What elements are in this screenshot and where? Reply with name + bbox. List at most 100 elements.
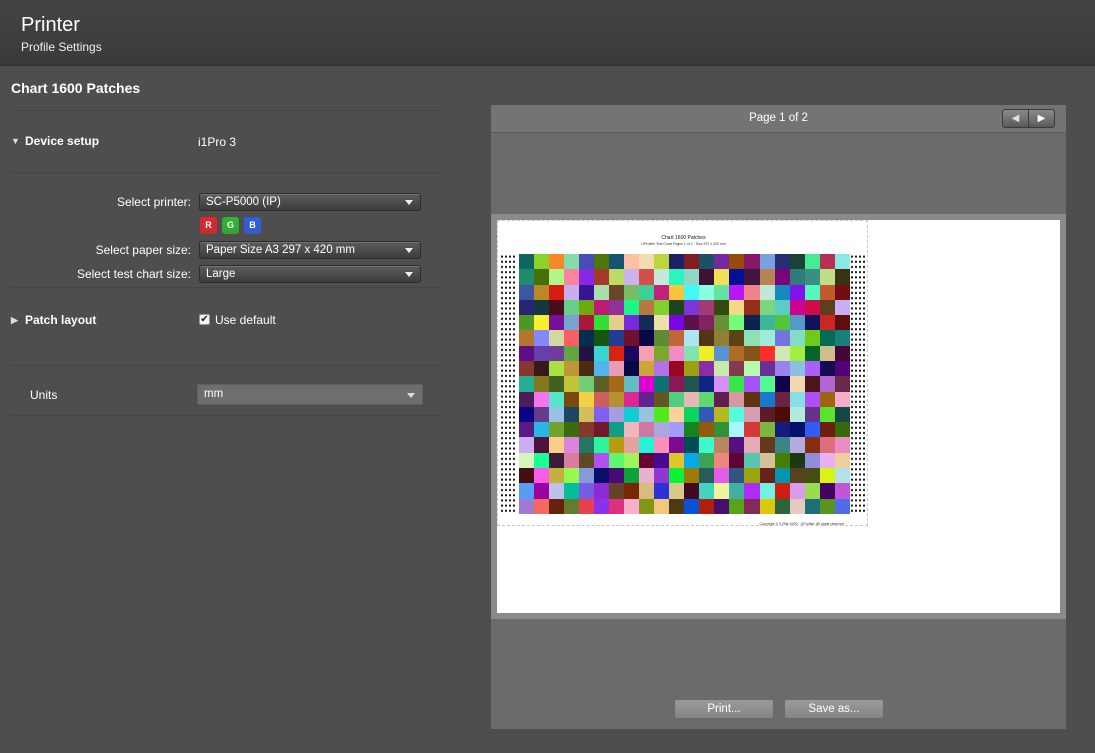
color-patch — [759, 467, 775, 484]
color-patch — [729, 498, 745, 514]
color-patch — [609, 437, 625, 453]
color-patch — [804, 330, 820, 346]
color-patch — [564, 360, 580, 377]
color-patch — [609, 467, 625, 484]
color-patch — [699, 376, 715, 392]
color-patch — [789, 299, 805, 316]
color-patch — [609, 254, 625, 270]
color-patch — [654, 345, 670, 361]
color-patch — [774, 376, 790, 392]
color-patch — [579, 284, 595, 300]
color-patch — [714, 483, 730, 499]
color-patch — [819, 498, 835, 514]
color-patch — [564, 299, 580, 316]
chart-size-value: Large — [206, 268, 236, 280]
color-patch — [579, 406, 595, 423]
disclosure-right-icon: ▶ — [11, 314, 18, 325]
color-patch — [654, 269, 670, 285]
color-patch — [654, 498, 670, 514]
color-patch — [729, 422, 745, 438]
color-patch — [639, 254, 655, 270]
color-patch — [624, 498, 640, 514]
color-patch — [519, 391, 535, 407]
color-patch — [759, 330, 775, 346]
color-patch — [579, 376, 595, 392]
color-patch — [744, 437, 760, 453]
color-patch — [534, 269, 550, 285]
color-patch — [624, 330, 640, 346]
color-patch — [729, 406, 745, 423]
color-patch — [819, 315, 835, 331]
color-patch — [714, 315, 730, 331]
color-patch — [834, 330, 850, 346]
registration-marks-right — [850, 254, 867, 514]
color-patch — [579, 360, 595, 377]
chevron-down-icon — [405, 200, 413, 205]
print-button[interactable]: Print... — [674, 699, 774, 719]
color-patch — [789, 284, 805, 300]
color-patch — [549, 452, 565, 468]
registration-marks-left — [500, 254, 517, 514]
sheet-footer: Copyright © X-Rite 2020 · i1Profiler. Al… — [759, 522, 845, 526]
color-patch — [684, 422, 700, 438]
color-patch — [534, 437, 550, 453]
color-patch — [684, 376, 700, 392]
color-patch — [729, 437, 745, 453]
color-patch — [744, 345, 760, 361]
color-patch — [534, 483, 550, 499]
color-patch — [774, 437, 790, 453]
color-patch — [819, 483, 835, 499]
paper-size-select[interactable]: Paper Size A3 297 x 420 mm — [199, 241, 421, 259]
color-patch — [519, 437, 535, 453]
color-patch — [714, 422, 730, 438]
color-patch — [684, 391, 700, 407]
color-patch — [699, 467, 715, 484]
preview-panel: Page 1 of 2 ◀ ▶ Chart 1600 Patches i1Pro… — [491, 105, 1066, 729]
color-patch — [699, 299, 715, 316]
color-patch — [534, 422, 550, 438]
use-default-checkbox[interactable]: ✔ — [199, 314, 210, 325]
color-patch — [759, 406, 775, 423]
color-patch — [804, 269, 820, 285]
color-patch — [714, 284, 730, 300]
units-select[interactable]: mm — [197, 384, 423, 405]
color-patch — [714, 376, 730, 392]
color-patch — [729, 284, 745, 300]
color-patch — [744, 315, 760, 331]
color-patch — [669, 376, 685, 392]
previous-page-button[interactable]: ◀ — [1003, 110, 1028, 127]
color-patch — [624, 315, 640, 331]
color-patch — [714, 345, 730, 361]
color-patch — [729, 345, 745, 361]
color-patch — [699, 498, 715, 514]
use-default-label[interactable]: Use default — [215, 313, 276, 327]
color-patch — [714, 330, 730, 346]
color-patch — [699, 406, 715, 423]
paper-preview-frame: Chart 1600 Patches i1Profiler Test Chart… — [491, 214, 1066, 619]
color-patch — [669, 254, 685, 270]
color-patch — [834, 254, 850, 270]
color-patch — [819, 330, 835, 346]
chart-size-select[interactable]: Large — [199, 265, 421, 283]
color-patch — [594, 360, 610, 377]
device-setup-toggle[interactable]: ▼ Device setup — [11, 134, 99, 148]
color-patch — [774, 299, 790, 316]
printer-select[interactable]: SC-P5000 (IP) — [199, 193, 421, 211]
color-patch — [789, 345, 805, 361]
color-patch — [804, 467, 820, 484]
color-patch — [819, 269, 835, 285]
next-page-button[interactable]: ▶ — [1028, 110, 1054, 127]
divider — [11, 110, 440, 111]
color-patch — [594, 498, 610, 514]
color-patch — [819, 254, 835, 270]
save-as-button[interactable]: Save as... — [784, 699, 884, 719]
color-patch — [699, 360, 715, 377]
color-patch — [744, 360, 760, 377]
color-patch — [549, 498, 565, 514]
color-patch — [699, 284, 715, 300]
color-patch — [579, 269, 595, 285]
device-value: i1Pro 3 — [198, 135, 237, 149]
color-patch — [609, 498, 625, 514]
color-patch — [714, 452, 730, 468]
patch-layout-toggle[interactable]: ▶ Patch layout — [11, 313, 96, 327]
